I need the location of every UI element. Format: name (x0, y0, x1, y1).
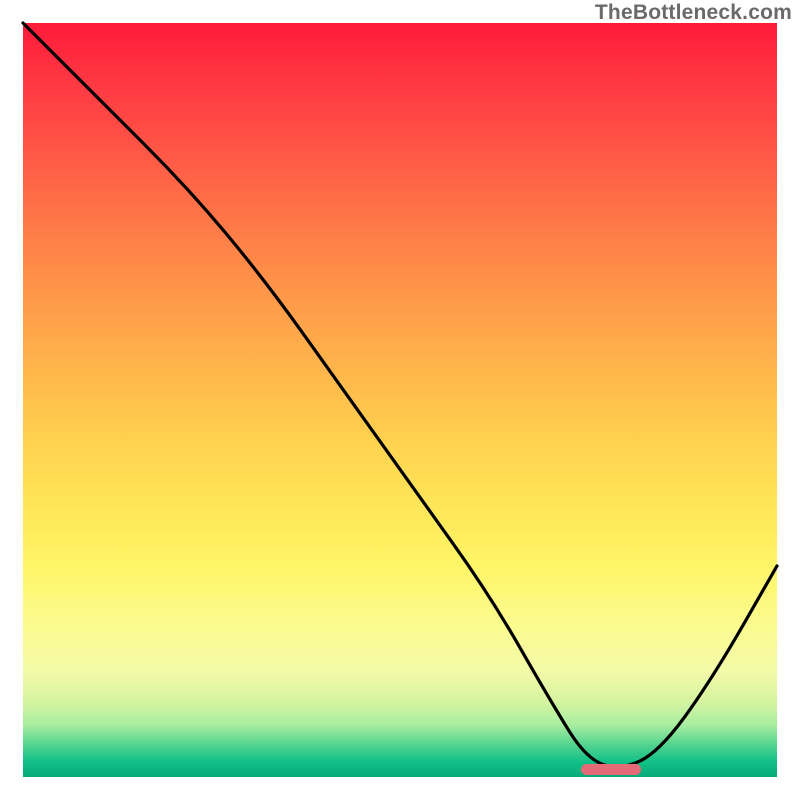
plot-area (23, 23, 777, 777)
chart-stage: TheBottleneck.com (0, 0, 800, 800)
watermark-text: TheBottleneck.com (595, 1, 792, 25)
valley-marker (581, 764, 641, 775)
curve-layer (23, 23, 777, 777)
bottleneck-curve-path (23, 23, 777, 767)
